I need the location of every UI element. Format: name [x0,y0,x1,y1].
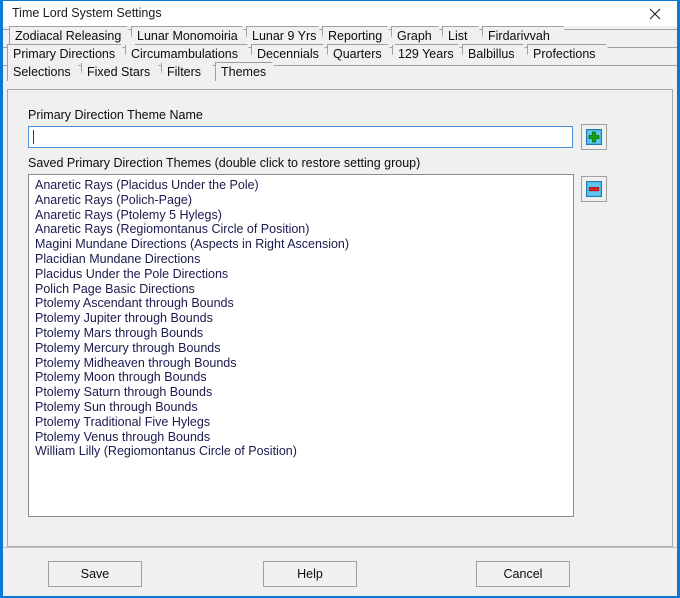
save-button[interactable]: Save [48,561,142,587]
list-item[interactable]: Ptolemy Midheaven through Bounds [32,356,573,371]
tab-themes[interactable]: Themes [215,62,280,81]
list-item[interactable]: Magini Mundane Directions (Aspects in Ri… [32,237,573,252]
minus-icon [586,181,602,197]
settings-window: Time Lord System Settings Zodiacal Relea… [0,0,680,598]
tab-label: Reporting [328,29,383,43]
list-item[interactable]: Ptolemy Venus through Bounds [32,430,573,445]
list-item[interactable]: Placidus Under the Pole Directions [32,267,573,282]
tab-firdarivvah[interactable]: Firdarivvah [482,26,571,45]
list-item[interactable]: Ptolemy Jupiter through Bounds [32,311,573,326]
tab-row-3: Selections Fixed Stars Filters Themes [3,62,677,81]
remove-theme-button[interactable] [581,176,607,202]
tab-lunar-monomoiria[interactable]: Lunar Monomoiria [131,26,250,45]
add-theme-button[interactable] [581,124,607,150]
tab-lunar-9-yrs[interactable]: Lunar 9 Yrs [246,26,326,45]
tab-primary-directions[interactable]: Primary Directions [7,44,129,63]
tab-label: Profections [533,47,596,61]
tab-label: Themes [221,65,267,79]
tab-label: Fixed Stars [87,65,151,79]
list-item[interactable]: Ptolemy Traditional Five Hylegs [32,415,573,430]
title-bar: Time Lord System Settings [3,1,677,27]
tab-label: Circumambulations [131,47,238,61]
text-caret [33,130,34,144]
list-item[interactable]: Ptolemy Saturn through Bounds [32,385,573,400]
tab-label: Quarters [333,47,382,61]
tab-graph[interactable]: Graph [391,26,446,45]
tab-decennials[interactable]: Decennials [251,44,331,63]
tab-label: List [448,29,468,43]
tab-label: Decennials [257,47,319,61]
list-item[interactable]: Anaretic Rays (Polich-Page) [32,193,573,208]
tab-row-2: Primary Directions Circumambulations Decen… [3,44,677,63]
tab-label: Zodiacal Releasing [15,29,122,43]
tab-label: Filters [167,65,202,79]
list-item[interactable]: Polich Page Basic Directions [32,282,573,297]
list-item[interactable]: Ptolemy Ascendant through Bounds [32,296,573,311]
list-item[interactable]: Anaretic Rays (Placidus Under the Pole) [32,178,573,193]
tab-circumambulations[interactable]: Circumambulations [125,44,255,63]
footer-bar: Save Help Cancel [3,550,677,596]
tab-label: Firdarivvah [488,29,550,43]
theme-name-input[interactable] [28,126,573,148]
tab-row-filler [274,65,677,81]
tab-129-years[interactable]: 129 Years [392,44,466,63]
tab-fixed-stars[interactable]: Fixed Stars [81,62,165,81]
tab-label: Selections [13,65,71,79]
themes-panel: Primary Direction Theme Name Saved Prima… [7,89,673,547]
tab-label: Graph [397,29,432,43]
tab-reporting[interactable]: Reporting [322,26,395,45]
tab-row-1: Zodiacal Releasing Lunar Monomoiria Lunar … [3,26,677,45]
footer-separator [3,547,677,548]
tab-quarters[interactable]: Quarters [327,44,396,63]
list-item[interactable]: Ptolemy Sun through Bounds [32,400,573,415]
list-item[interactable]: Anaretic Rays (Ptolemy 5 Hylegs) [32,208,573,223]
tab-label: Balbillus [468,47,515,61]
tab-zodiacal-releasing[interactable]: Zodiacal Releasing [9,26,135,45]
tab-label: 129 Years [398,47,454,61]
window-title: Time Lord System Settings [12,6,162,20]
list-item[interactable]: Placidian Mundane Directions [32,252,573,267]
saved-themes-listbox[interactable]: Anaretic Rays (Placidus Under the Pole) A… [28,174,574,517]
list-item[interactable]: William Lilly (Regiomontanus Circle of P… [32,444,573,459]
cancel-button[interactable]: Cancel [476,561,570,587]
tab-label: Primary Directions [13,47,116,61]
tab-label: Lunar 9 Yrs [252,29,317,43]
help-button[interactable]: Help [263,561,357,587]
list-item[interactable]: Anaretic Rays (Regiomontanus Circle of P… [32,222,573,237]
list-item[interactable]: Ptolemy Mercury through Bounds [32,341,573,356]
close-icon[interactable] [633,1,677,26]
tab-balbillus[interactable]: Balbillus [462,44,531,63]
tab-row-filler [608,47,677,63]
saved-themes-label: Saved Primary Direction Themes (double c… [28,156,421,170]
theme-name-label: Primary Direction Theme Name [28,108,203,122]
tab-row-filler [565,29,677,45]
list-item[interactable]: Ptolemy Mars through Bounds [32,326,573,341]
tab-strip: Zodiacal Releasing Lunar Monomoiria Lunar … [3,26,677,89]
tab-profections[interactable]: Profections [527,44,614,63]
tab-filters[interactable]: Filters [161,62,219,81]
plus-icon [586,129,602,145]
tab-selections[interactable]: Selections [7,62,85,81]
tab-label: Lunar Monomoiria [137,29,238,43]
list-item[interactable]: Ptolemy Moon through Bounds [32,370,573,385]
